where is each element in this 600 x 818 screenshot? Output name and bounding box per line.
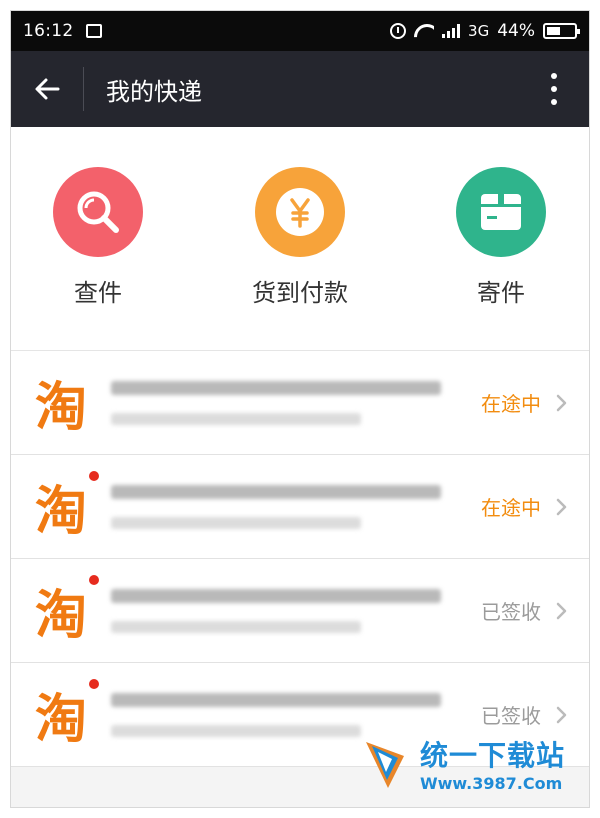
redacted-title (111, 692, 441, 707)
shipment-info (111, 692, 481, 737)
appbar-divider (83, 67, 84, 111)
action-send[interactable]: 寄件 (411, 167, 589, 308)
yen-icon (276, 188, 324, 236)
wifi-icon (414, 24, 434, 38)
watermark-name: 统一下载站 (419, 739, 565, 772)
status-time: 16:12 (23, 21, 74, 41)
page-title: 我的快递 (106, 77, 202, 106)
shipment-info (111, 588, 481, 633)
watermark-text: 统一下载站 Www.3987.Com (420, 734, 565, 793)
chevron-right-icon (556, 602, 567, 619)
screenshot-icon (85, 24, 102, 38)
query-circle (53, 167, 143, 257)
action-send-label: 寄件 (477, 279, 525, 307)
status-right: 3G 44% (390, 21, 580, 41)
taobao-logo: 淘 (11, 663, 111, 767)
arrow-left-icon (35, 78, 60, 100)
signal-icon (442, 24, 461, 38)
box-icon (481, 194, 521, 230)
taobao-logo: 淘 (11, 559, 111, 663)
redacted-title (111, 588, 441, 603)
battery-icon (543, 23, 580, 39)
quick-actions: 查件 货到付款 寄件 (11, 127, 589, 351)
shipment-info (111, 484, 481, 529)
action-query[interactable]: 查件 (11, 167, 188, 308)
send-circle (456, 167, 546, 257)
shipment-row[interactable]: 淘 在途中 (11, 351, 589, 455)
unread-dot (89, 470, 99, 481)
chevron-right-icon (556, 498, 567, 515)
taobao-logo-text: 淘 (34, 482, 87, 542)
watermark-url: Www.3987.Com (419, 774, 563, 793)
more-dot-icon (551, 86, 557, 92)
redacted-title (111, 484, 441, 499)
alarm-icon (390, 23, 407, 39)
action-cod[interactable]: 货到付款 (210, 167, 390, 308)
more-dot-icon (551, 73, 557, 79)
redacted-title (111, 380, 441, 395)
unread-dot (89, 574, 99, 585)
shipment-status: 已签收 (481, 600, 541, 624)
cod-circle (255, 167, 345, 257)
shipment-status: 在途中 (481, 392, 541, 416)
network-type: 3G (468, 22, 490, 40)
more-menu-button[interactable] (539, 69, 569, 109)
chevron-right-icon (556, 706, 567, 723)
status-bar: 16:12 3G 44% (11, 11, 589, 51)
redacted-detail (111, 620, 361, 633)
unread-dot (89, 678, 99, 689)
chevron-right-icon (556, 394, 567, 411)
taobao-logo-text: 淘 (34, 586, 87, 646)
shipment-status: 已签收 (481, 704, 541, 728)
taobao-logo: 淘 (11, 455, 111, 559)
redacted-detail (111, 412, 361, 425)
phone-screen: 16:12 3G 44% 我的快递 查件 货到付款 寄件 淘 在途中 淘 在途中… (10, 10, 590, 808)
back-button[interactable] (11, 51, 83, 127)
taobao-logo-text: 淘 (34, 690, 87, 750)
action-cod-label: 货到付款 (252, 279, 348, 307)
redacted-detail (111, 516, 361, 529)
watermark-logo-icon (365, 741, 404, 788)
site-watermark: 统一下载站 Www.3987.Com (364, 734, 565, 793)
battery-percent: 44% (497, 21, 535, 41)
more-dot-icon (551, 99, 557, 105)
search-icon (77, 191, 119, 233)
shipment-list: 淘 在途中 淘 在途中 淘 已签收 淘 已签收 (11, 351, 589, 767)
shipment-info (111, 380, 481, 425)
shipment-row[interactable]: 淘 在途中 (11, 455, 589, 559)
action-query-label: 查件 (74, 279, 122, 307)
app-bar: 我的快递 (11, 51, 589, 127)
taobao-logo-text: 淘 (34, 378, 87, 438)
taobao-logo: 淘 (11, 351, 111, 455)
shipment-status: 在途中 (481, 496, 541, 520)
shipment-row[interactable]: 淘 已签收 (11, 559, 589, 663)
redacted-detail (111, 724, 361, 737)
